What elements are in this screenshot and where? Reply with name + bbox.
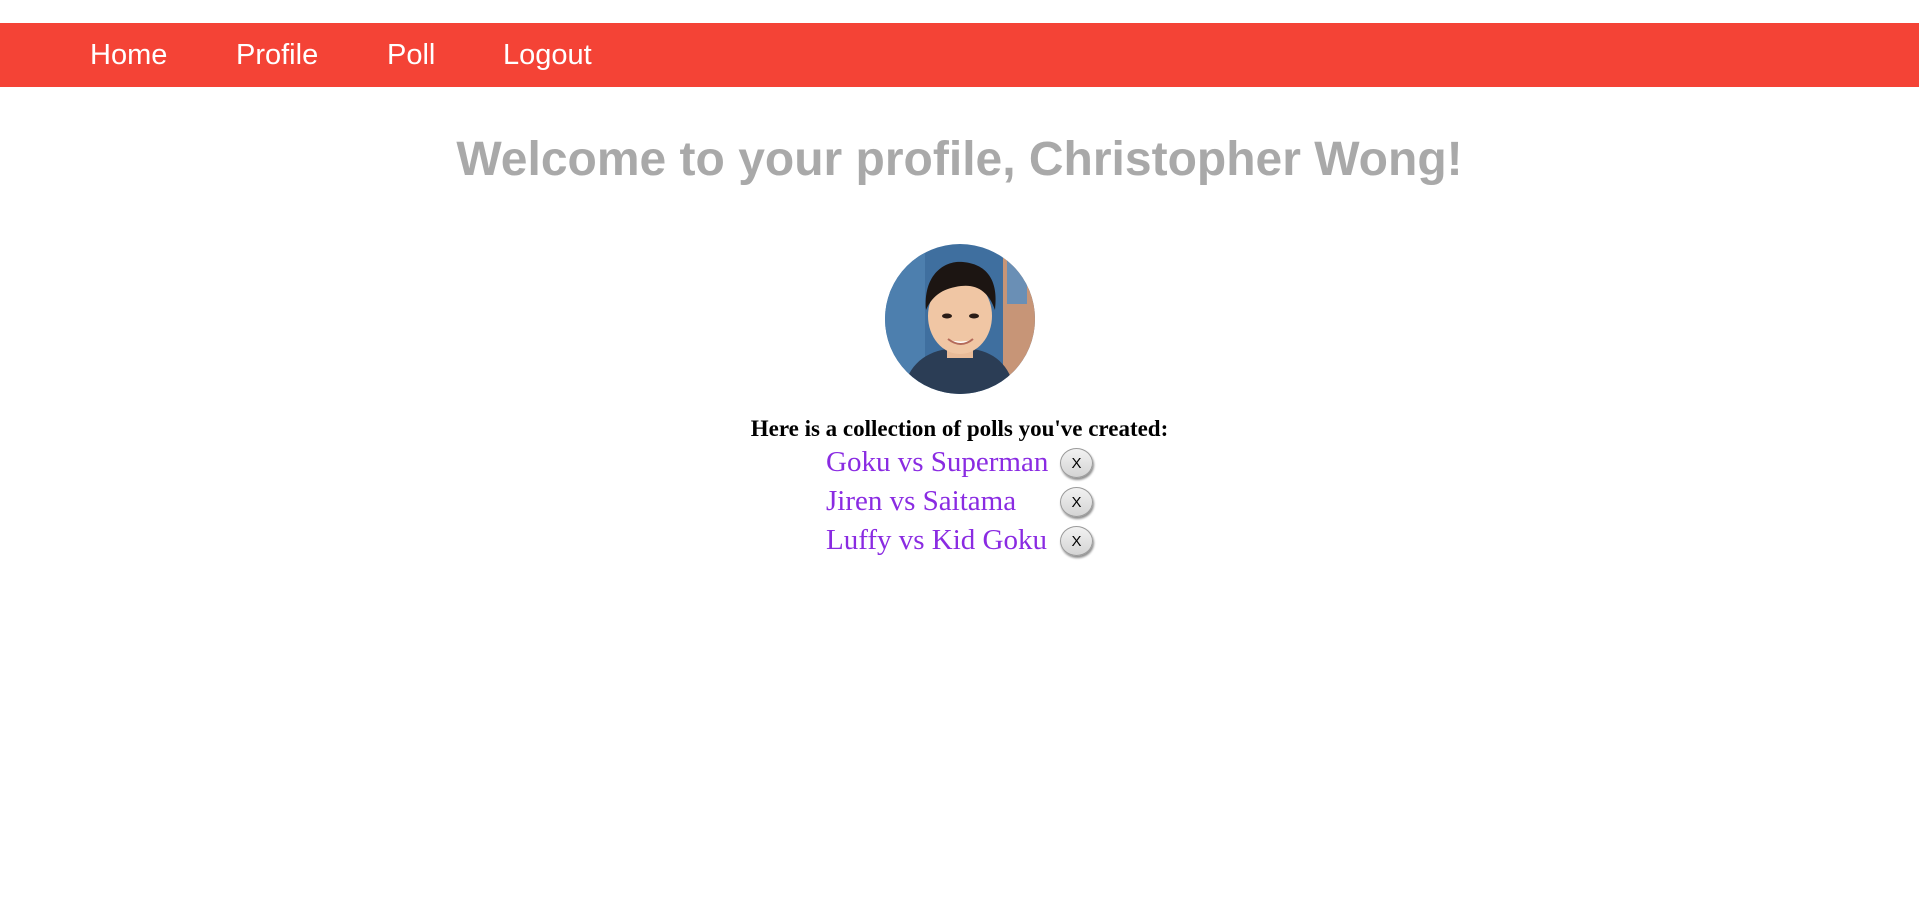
- nav-poll-link[interactable]: Poll: [387, 23, 435, 87]
- delete-poll-button[interactable]: X: [1060, 448, 1093, 478]
- polls-intro-text: Here is a collection of polls you've cre…: [750, 416, 1169, 441]
- navbar: Home Profile Poll Logout: [0, 23, 1919, 87]
- poll-link[interactable]: Jiren vs Saitama: [826, 482, 1016, 521]
- nav-profile-link[interactable]: Profile: [236, 23, 318, 87]
- poll-item: Luffy vs Kid Goku X: [826, 521, 1096, 560]
- poll-item: Jiren vs Saitama X: [826, 482, 1096, 521]
- poll-link[interactable]: Luffy vs Kid Goku: [826, 521, 1047, 560]
- page-title: Welcome to your profile, Christopher Won…: [456, 133, 1463, 186]
- nav-logout-link[interactable]: Logout: [503, 23, 592, 87]
- avatar-photo-icon: [885, 244, 1035, 394]
- nav-home-link[interactable]: Home: [90, 23, 167, 87]
- avatar: [885, 244, 1035, 394]
- poll-list: Goku vs Superman X Jiren vs Saitama X Lu…: [826, 443, 1096, 560]
- poll-link[interactable]: Goku vs Superman: [826, 443, 1048, 482]
- delete-poll-button[interactable]: X: [1060, 526, 1093, 556]
- delete-poll-button[interactable]: X: [1060, 487, 1093, 517]
- poll-item: Goku vs Superman X: [826, 443, 1096, 482]
